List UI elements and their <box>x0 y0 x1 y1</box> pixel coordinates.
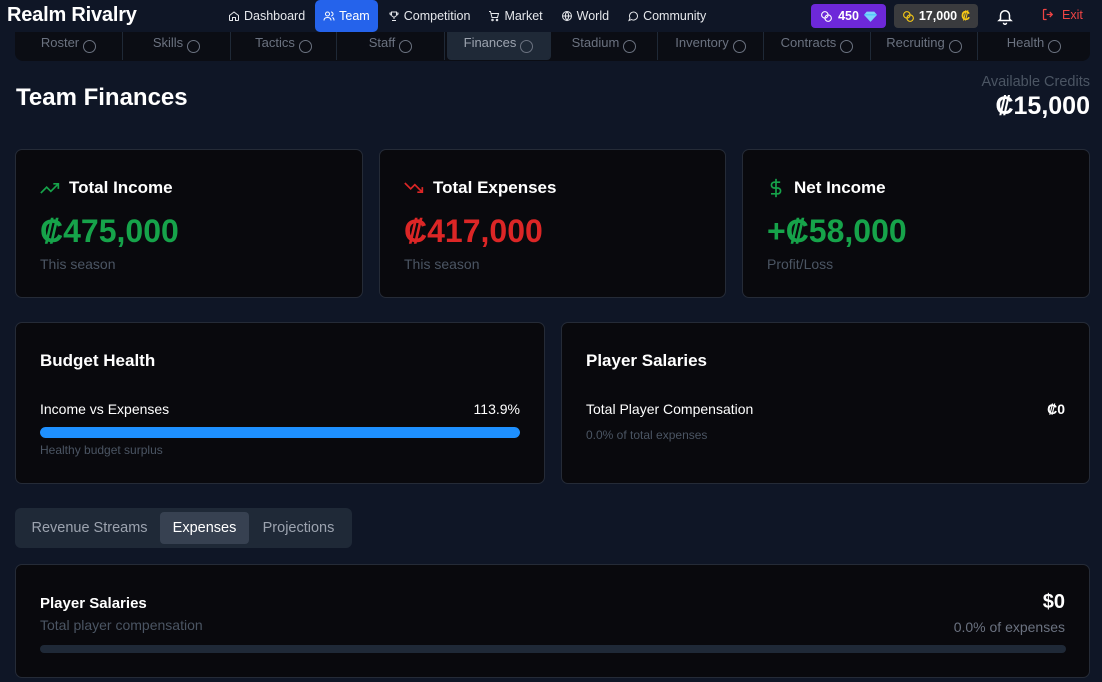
total-expenses-card: Total Expenses ₡417,000 This season <box>379 149 726 298</box>
nav-label: Market <box>504 9 543 23</box>
card-header: Total Expenses <box>404 178 556 198</box>
total-expenses-value: ₡417,000 <box>404 213 543 249</box>
nav-label: Dashboard <box>244 9 306 23</box>
nav-item-market[interactable]: Market <box>480 0 550 32</box>
globe-icon <box>561 11 572 22</box>
chat-icon <box>628 11 639 22</box>
info-icon <box>83 39 97 53</box>
subtab-label: Finances <box>463 34 517 50</box>
cart-icon <box>489 11 500 22</box>
nav-item-community[interactable]: Community <box>619 0 714 32</box>
info-icon <box>298 39 312 53</box>
app-logo-text[interactable]: Realm Rivalry <box>7 4 137 27</box>
expense-item-card: Player Salaries Total player compensatio… <box>15 564 1090 678</box>
top-navigation-bar: Realm Rivalry Dashboard Team Competition… <box>0 0 1102 32</box>
total-income-value: ₡475,000 <box>40 213 179 249</box>
subtab-label: Stadium <box>571 34 620 50</box>
info-icon <box>399 39 413 53</box>
info-icon <box>840 39 854 53</box>
exit-button[interactable]: Exit <box>1041 7 1083 22</box>
card-header: Total Income <box>40 178 173 198</box>
expense-progress-bar <box>40 645 1066 653</box>
subtab-label: Staff <box>368 34 396 50</box>
bell-icon[interactable] <box>996 7 1014 25</box>
salary-share-text: 0.0% of total expenses <box>586 428 708 442</box>
info-icon <box>520 39 534 53</box>
subtab-label: Inventory <box>675 34 729 50</box>
expense-item-title: Player Salaries <box>40 595 147 612</box>
info-icon <box>1048 39 1062 53</box>
credits-balance[interactable]: 17,000 ₡ <box>894 4 978 28</box>
subtab-label: Tactics <box>255 34 295 50</box>
card-subtitle: This season <box>40 256 116 272</box>
total-compensation-label: Total Player Compensation <box>586 401 754 417</box>
card-title: Total Expenses <box>433 178 557 197</box>
tab-projections[interactable]: Projections <box>249 512 348 544</box>
card-title: Net Income <box>794 178 886 197</box>
trending-down-icon <box>404 182 424 193</box>
nav-label: Competition <box>403 9 471 23</box>
total-compensation-value: ₡0 <box>1047 401 1065 417</box>
expense-item-percentage: 0.0% of expenses <box>953 619 1065 635</box>
gems-value: 450 <box>838 9 859 23</box>
net-income-card: Net Income +₡58,000 Profit/Loss <box>742 149 1090 298</box>
income-vs-expenses-value: 113.9% <box>473 401 520 417</box>
trophy-icon <box>389 11 399 21</box>
nav-label: Community <box>643 9 707 23</box>
budget-status-text: Healthy budget surplus <box>40 443 163 457</box>
player-salaries-title: Player Salaries <box>586 351 707 370</box>
budget-progress-fill <box>40 427 520 438</box>
subtab-label: Skills <box>152 34 184 50</box>
tab-expenses[interactable]: Expenses <box>160 512 249 544</box>
dollar-icon <box>770 178 782 198</box>
budget-progress-bar <box>40 427 520 438</box>
home-icon <box>229 11 239 21</box>
nav-label: World <box>576 9 610 23</box>
available-credits-label: Available Credits <box>981 74 1090 90</box>
tab-label: Projections <box>262 520 335 536</box>
expense-item-subtitle: Total player compensation <box>40 617 203 633</box>
tab-revenue-streams[interactable]: Revenue Streams <box>19 512 160 544</box>
main-nav: Dashboard Team Competition Market World … <box>220 0 716 32</box>
tab-label: Revenue Streams <box>31 520 148 536</box>
expense-item-value: $0 <box>1042 591 1065 613</box>
nav-item-dashboard[interactable]: Dashboard <box>220 0 313 32</box>
subtab-label: Health <box>1006 34 1045 50</box>
available-credits-value: ₡15,000 <box>995 92 1090 120</box>
nav-item-team[interactable]: Team <box>315 0 378 32</box>
card-subtitle: This season <box>404 256 480 272</box>
budget-health-title: Budget Health <box>40 351 156 370</box>
page-title: Team Finances <box>16 84 188 111</box>
exit-label: Exit <box>1062 7 1083 22</box>
income-vs-expenses-label: Income vs Expenses <box>40 401 170 417</box>
logout-icon <box>1042 8 1054 21</box>
tab-label: Expenses <box>172 520 237 536</box>
users-icon <box>323 11 335 21</box>
gem-icon <box>863 11 877 22</box>
info-icon <box>623 39 637 53</box>
finance-tabs: Revenue Streams Expenses Projections <box>15 508 352 548</box>
info-icon <box>187 39 201 53</box>
budget-health-card: Budget Health Income vs Expenses 113.9% … <box>15 322 545 484</box>
trending-up-icon <box>40 183 60 194</box>
player-salaries-card: Player Salaries Total Player Compensatio… <box>561 322 1090 484</box>
coins-icon <box>902 10 914 22</box>
subtab-label: Contracts <box>780 34 837 50</box>
card-title: Total Income <box>69 178 173 197</box>
credit-symbol-icon: ₡ <box>961 9 971 23</box>
subtab-label: Roster <box>40 34 80 50</box>
card-subtitle: Profit/Loss <box>767 256 834 272</box>
info-icon <box>732 39 746 53</box>
coins-icon <box>821 10 832 22</box>
nav-item-competition[interactable]: Competition <box>380 0 479 32</box>
nav-label: Team <box>339 9 370 23</box>
info-icon <box>948 39 962 53</box>
total-income-card: Total Income ₡475,000 This season <box>15 149 363 298</box>
card-header: Net Income <box>767 178 886 198</box>
net-income-value: +₡58,000 <box>767 213 907 249</box>
credits-value: 17,000 <box>918 9 958 23</box>
gems-balance[interactable]: 450 <box>811 4 886 28</box>
subtab-label: Recruiting <box>886 34 945 50</box>
nav-item-world[interactable]: World <box>553 0 617 32</box>
